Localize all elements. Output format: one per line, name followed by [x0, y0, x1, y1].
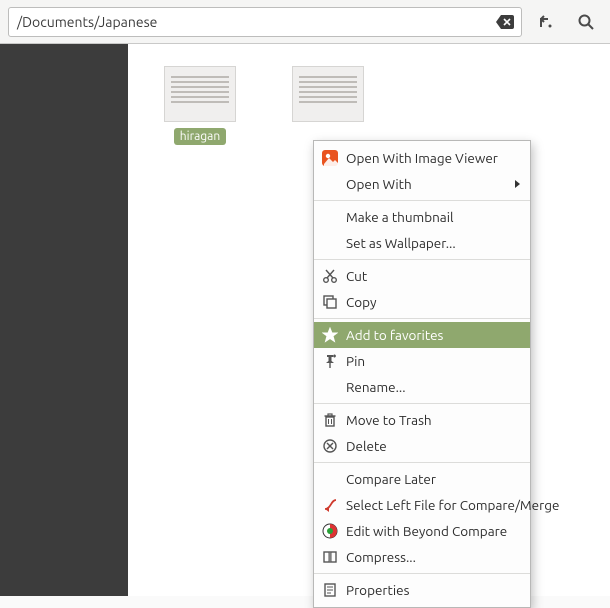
- compare-left-icon: [322, 497, 338, 513]
- menu-label: Cut: [346, 268, 520, 284]
- location-path: /Documents/Japanese: [17, 14, 157, 30]
- menu-set-as-wallpaper[interactable]: Set as Wallpaper...: [314, 230, 530, 256]
- delete-icon: [322, 438, 338, 454]
- menu-make-thumbnail[interactable]: Make a thumbnail: [314, 204, 530, 230]
- menu-label: Delete: [346, 438, 520, 454]
- file-item-selected[interactable]: hiragan: [152, 66, 248, 145]
- menu-open-with[interactable]: Open With: [314, 171, 530, 197]
- menu-separator: [314, 259, 530, 260]
- cut-icon: [322, 268, 338, 284]
- compress-icon: [322, 549, 338, 565]
- clear-path-icon[interactable]: [495, 14, 515, 30]
- search-button[interactable]: [570, 7, 602, 37]
- submenu-arrow-icon: [515, 180, 520, 188]
- menu-label: Add to favorites: [346, 327, 520, 343]
- file-thumbnail: [292, 66, 364, 122]
- menu-separator: [314, 318, 530, 319]
- beyond-compare-icon: [322, 523, 338, 539]
- menu-open-with-image-viewer[interactable]: Open With Image Viewer: [314, 145, 530, 171]
- menu-cut[interactable]: Cut: [314, 263, 530, 289]
- sidebar-partial: [0, 44, 128, 596]
- menu-label: Make a thumbnail: [346, 209, 520, 225]
- menu-label: Open With: [346, 176, 507, 192]
- menu-label: Rename...: [346, 379, 520, 395]
- menu-separator: [314, 403, 530, 404]
- menu-add-to-favorites[interactable]: Add to favorites: [314, 322, 530, 348]
- menu-copy[interactable]: Copy: [314, 289, 530, 315]
- menu-properties[interactable]: Properties: [314, 577, 530, 603]
- menu-label: Compare Later: [346, 471, 520, 487]
- copy-icon: [322, 294, 338, 310]
- menu-separator: [314, 573, 530, 574]
- pin-icon: [322, 353, 338, 369]
- top-toolbar: /Documents/Japanese: [0, 0, 610, 44]
- menu-label: Compress...: [346, 549, 520, 565]
- menu-separator: [314, 200, 530, 201]
- main-area: hiragan Open With Image Viewer Open With: [0, 44, 610, 596]
- file-thumbnail: [164, 66, 236, 122]
- file-item[interactable]: [280, 66, 376, 126]
- menu-label: Edit with Beyond Compare: [346, 523, 520, 539]
- file-label: hiragan: [174, 128, 226, 145]
- menu-label: Move to Trash: [346, 412, 520, 428]
- star-icon: [322, 327, 338, 343]
- menu-delete[interactable]: Delete: [314, 433, 530, 459]
- menu-compare-later[interactable]: Compare Later: [314, 466, 530, 492]
- menu-move-to-trash[interactable]: Move to Trash: [314, 407, 530, 433]
- menu-select-left-compare[interactable]: Select Left File for Compare/Merge: [314, 492, 530, 518]
- menu-separator: [314, 462, 530, 463]
- trash-icon: [322, 412, 338, 428]
- path-input-container[interactable]: /Documents/Japanese: [8, 7, 522, 37]
- menu-pin[interactable]: Pin: [314, 348, 530, 374]
- menu-label: Copy: [346, 294, 520, 310]
- menu-label: Select Left File for Compare/Merge: [346, 497, 559, 513]
- file-pane[interactable]: hiragan Open With Image Viewer Open With: [128, 44, 610, 596]
- menu-label: Set as Wallpaper...: [346, 235, 520, 251]
- context-menu: Open With Image Viewer Open With Make a …: [313, 140, 531, 608]
- menu-label: Pin: [346, 353, 520, 369]
- menu-rename[interactable]: Rename...: [314, 374, 530, 400]
- menu-label: Open With Image Viewer: [346, 150, 520, 166]
- parent-folder-button[interactable]: [530, 7, 562, 37]
- image-viewer-icon: [322, 150, 338, 166]
- menu-edit-beyond-compare[interactable]: Edit with Beyond Compare: [314, 518, 530, 544]
- menu-compress[interactable]: Compress...: [314, 544, 530, 570]
